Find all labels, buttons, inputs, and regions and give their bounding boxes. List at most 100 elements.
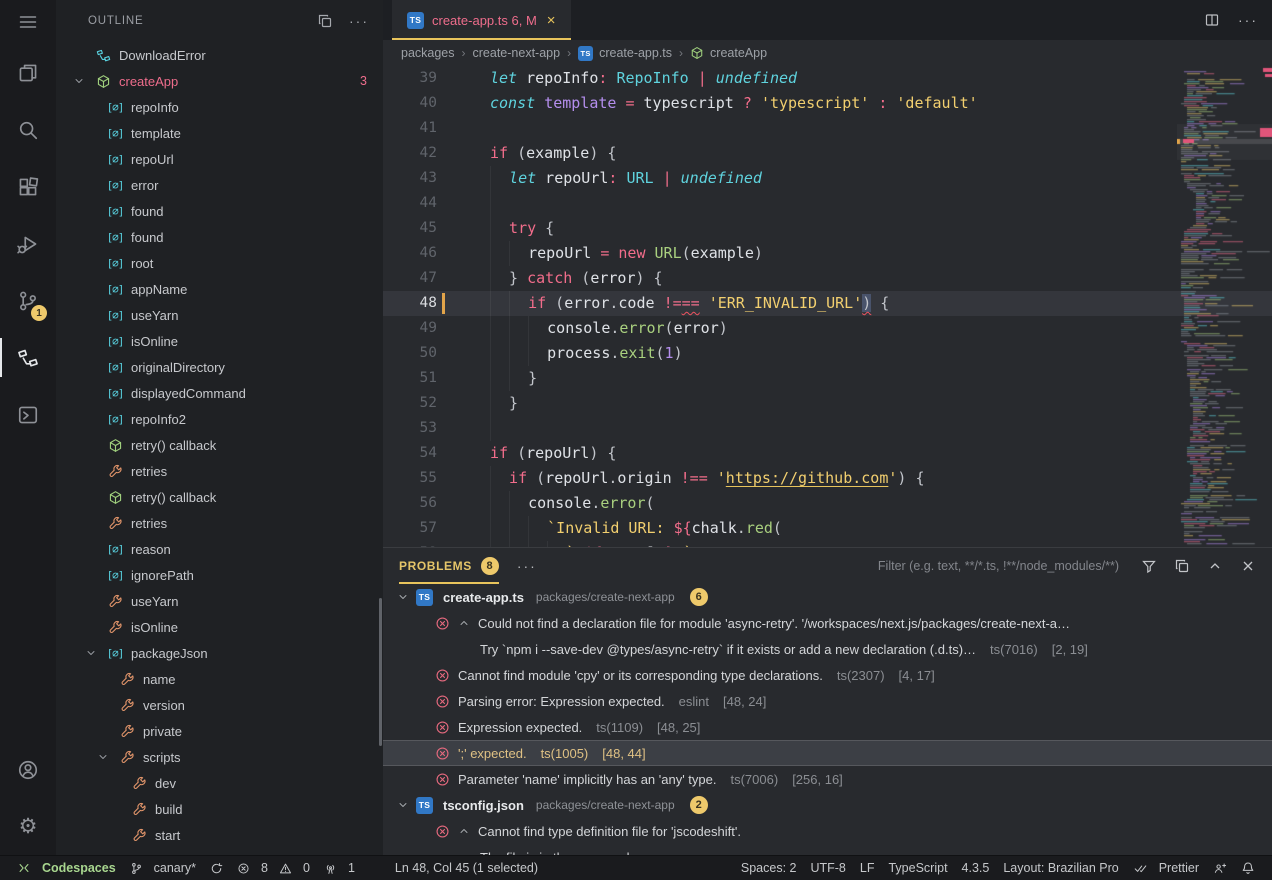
status-indentation[interactable]: Spaces: 2 [734,856,804,880]
outline-item-retry-callback[interactable]: retry() callback [56,432,383,458]
outline-item-build[interactable]: build [56,796,383,822]
activity-extensions[interactable] [0,158,56,215]
outline-item-dev[interactable]: dev [56,770,383,796]
outline-item-retries[interactable]: retries [56,458,383,484]
filter-icon[interactable] [1141,558,1157,574]
code-line-42[interactable]: 42if (example) { [383,141,1272,166]
code-line-52[interactable]: 52} [383,391,1272,416]
code-line-54[interactable]: 54if (repoUrl) { [383,441,1272,466]
chevron-down-icon[interactable] [397,799,409,811]
collapse-message-icon[interactable] [458,617,470,629]
outline-item-found[interactable]: [∅]found [56,198,383,224]
status-notifications[interactable] [1234,856,1262,880]
close-panel-icon[interactable] [1240,558,1256,574]
code-line-43[interactable]: 43let repoUrl: URL | undefined [383,166,1272,191]
status-ports[interactable]: 1 [317,856,362,880]
status-cursor-position[interactable]: Ln 48, Col 45 (1 selected) [388,856,545,880]
outline-item-packageJson[interactable]: [∅]packageJson [56,640,383,666]
code-line-41[interactable]: 41 [383,116,1272,141]
outline-item-repoInfo2[interactable]: [∅]repoInfo2 [56,406,383,432]
problem-row[interactable]: Try `npm i --save-dev @types/async-retry… [383,636,1272,662]
code-line-39[interactable]: 39let repoInfo: RepoInfo | undefined [383,66,1272,91]
collapse-message-icon[interactable] [458,825,470,837]
code-line-45[interactable]: 45try { [383,216,1272,241]
code-line-51[interactable]: 51} [383,366,1272,391]
activity-run-debug[interactable] [0,215,56,272]
status-ts-version[interactable]: 4.3.5 [955,856,997,880]
status-remote-host[interactable]: Codespaces [10,856,123,880]
outline-item-retries[interactable]: retries [56,510,383,536]
status-language[interactable]: TypeScript [881,856,954,880]
minimap[interactable] [1177,66,1272,547]
code-line-46[interactable]: 46repoUrl = new URL(example) [383,241,1272,266]
code-line-57[interactable]: 57`Invalid URL: ${chalk.red( [383,516,1272,541]
activity-settings[interactable]: ⚙ [0,798,56,855]
code-line-47[interactable]: 47} catch (error) { [383,266,1272,291]
outline-item-template[interactable]: [∅]template [56,120,383,146]
status-sync[interactable] [203,856,230,880]
activity-account[interactable] [0,741,56,798]
code-line-49[interactable]: 49console.error(error) [383,316,1272,341]
outline-item-useYarn[interactable]: useYarn [56,588,383,614]
problem-row[interactable]: The file is in the program because: [383,844,1272,855]
collapse-all-icon[interactable] [317,13,333,29]
outline-item-DownloadError[interactable]: DownloadError [56,42,383,68]
code-line-55[interactable]: 55if (repoUrl.origin !== 'https://github… [383,466,1272,491]
status-problems-count[interactable]: 80 [230,856,317,880]
activity-search[interactable] [0,101,56,158]
sidebar-scrollbar[interactable] [379,598,382,746]
more-actions-icon[interactable]: ··· [349,13,369,29]
outline-item-repoInfo[interactable]: [∅]repoInfo [56,94,383,120]
problem-row[interactable]: Cannot find module 'cpy' or its correspo… [383,662,1272,688]
problems-file-group-create-app-ts[interactable]: TScreate-app.tspackages/create-next-app6 [383,584,1272,610]
problem-row[interactable]: Could not find a declaration file for mo… [383,610,1272,636]
status-prettier[interactable]: Prettier [1126,856,1206,880]
code-line-48[interactable]: 48if (error.code !=== 'ERR_INVALID_URL')… [383,291,1272,316]
collapse-panel-icon[interactable] [1207,558,1223,574]
activity-menu[interactable] [0,0,56,44]
status-layout[interactable]: Layout: Brazilian Pro [996,856,1125,880]
problem-row[interactable]: Parameter 'name' implicitly has an 'any'… [383,766,1272,792]
breadcrumb-item-create-next-app[interactable]: create-next-app [473,46,561,60]
split-editor-icon[interactable] [1204,12,1220,28]
code-line-50[interactable]: 50process.exit(1) [383,341,1272,366]
problem-row[interactable]: Parsing error: Expression expected.eslin… [383,688,1272,714]
outline-item-repoUrl[interactable]: [∅]repoUrl [56,146,383,172]
code-line-40[interactable]: 40const template = typescript ? 'typescr… [383,91,1272,116]
breadcrumb-item-create-app-ts[interactable]: TScreate-app.ts [578,46,672,61]
status-eol[interactable]: LF [853,856,882,880]
chevron-down-icon[interactable] [397,591,409,603]
status-encoding[interactable]: UTF-8 [803,856,852,880]
outline-item-createApp[interactable]: createApp3 [56,68,383,94]
breadcrumb-item-createApp[interactable]: createApp [690,46,767,60]
outline-item-useYarn[interactable]: [∅]useYarn [56,302,383,328]
code-line-56[interactable]: 56console.error( [383,491,1272,516]
problem-row[interactable]: Cannot find type definition file for 'js… [383,818,1272,844]
outline-item-found[interactable]: [∅]found [56,224,383,250]
outline-item-name[interactable]: name [56,666,383,692]
outline-item-displayedCommand[interactable]: [∅]displayedCommand [56,380,383,406]
editor-more-icon[interactable]: ··· [1238,12,1258,28]
problem-row[interactable]: ';' expected.ts(1005)[48, 44] [383,740,1272,766]
code-line-53[interactable]: 53 [383,416,1272,441]
status-git-branch[interactable]: canary* [123,856,203,880]
chevron-down-icon[interactable] [73,75,85,87]
outline-item-private[interactable]: private [56,718,383,744]
chevron-down-icon[interactable] [85,647,97,659]
outline-item-retry-callback[interactable]: retry() callback [56,484,383,510]
outline-item-version[interactable]: version [56,692,383,718]
status-feedback[interactable] [1206,856,1234,880]
outline-item-scripts[interactable]: scripts [56,744,383,770]
tab-problems[interactable]: PROBLEMS 8 [399,548,499,584]
outline-item-error[interactable]: [∅]error [56,172,383,198]
panel-more-icon[interactable]: ··· [517,558,537,574]
outline-item-reason[interactable]: [∅]reason [56,536,383,562]
outline-item-originalDirectory[interactable]: [∅]originalDirectory [56,354,383,380]
chevron-down-icon[interactable] [97,751,109,763]
outline-item-appName[interactable]: [∅]appName [56,276,383,302]
outline-item-start[interactable]: start [56,822,383,848]
tab-close-icon[interactable]: × [547,13,556,28]
outline-item-root[interactable]: [∅]root [56,250,383,276]
problem-row[interactable]: Expression expected.ts(1109)[48, 25] [383,714,1272,740]
outline-item-isOnline[interactable]: [∅]isOnline [56,328,383,354]
